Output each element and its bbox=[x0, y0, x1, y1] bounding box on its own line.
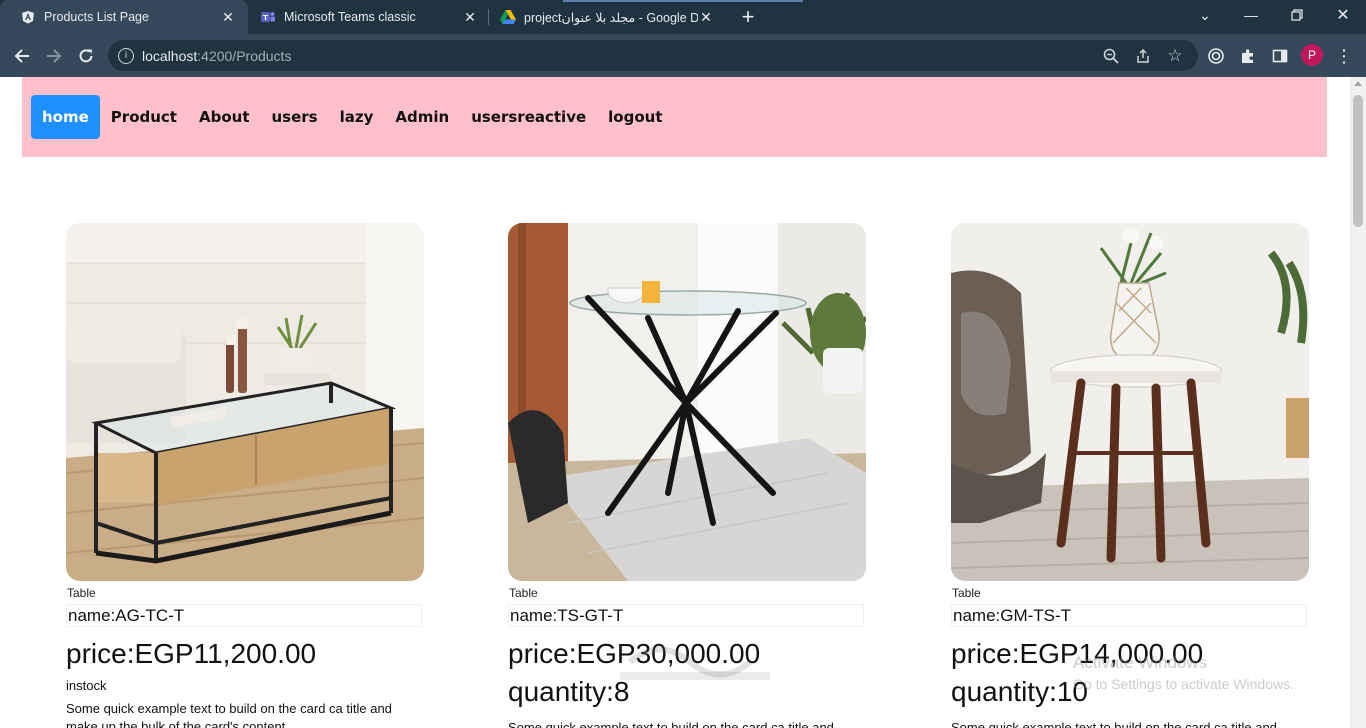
extensions-puzzle-icon[interactable] bbox=[1234, 42, 1262, 70]
tab-search-icon[interactable]: ⌄ bbox=[1182, 0, 1228, 30]
scroll-up-arrow-icon[interactable] bbox=[1354, 81, 1362, 86]
nav-home[interactable]: home bbox=[31, 95, 100, 139]
back-icon[interactable] bbox=[8, 42, 36, 70]
product-image-coffee-table bbox=[66, 223, 424, 581]
browser-tabstrip: Products List Page ✕ T Microsoft Teams c… bbox=[0, 0, 1366, 34]
product-card: Table name:AG-TC-T price:EGP11,200.00 in… bbox=[66, 223, 426, 728]
product-name: name:GM-TS-T bbox=[951, 604, 1307, 627]
nav-users[interactable]: users bbox=[261, 95, 329, 139]
product-category: Table bbox=[952, 586, 981, 600]
product-description: Some quick example text to build on the … bbox=[951, 720, 1277, 728]
url-text: localhost:4200/Products bbox=[142, 47, 292, 64]
close-icon[interactable]: ✕ bbox=[462, 9, 478, 25]
site-info-icon[interactable]: i bbox=[118, 47, 134, 64]
nav-lazy[interactable]: lazy bbox=[329, 95, 385, 139]
svg-text:T: T bbox=[263, 14, 268, 22]
tab-products-list[interactable]: Products List Page ✕ bbox=[0, 0, 248, 34]
side-panel-icon[interactable] bbox=[1266, 42, 1294, 70]
tab-title: projectمجلد بلا عنوان - Google Dr bbox=[524, 10, 698, 25]
share-icon[interactable] bbox=[1134, 47, 1152, 65]
stock-status: instock bbox=[66, 678, 107, 693]
activate-windows-title: Activate Windows bbox=[1073, 653, 1208, 672]
product-image-side-table bbox=[951, 223, 1309, 581]
minimize-button[interactable]: — bbox=[1228, 0, 1274, 30]
product-description: Some quick example text to build on the … bbox=[508, 720, 834, 728]
new-tab-button[interactable]: + bbox=[736, 4, 760, 29]
tab-title: Products List Page bbox=[44, 10, 149, 24]
restore-button[interactable] bbox=[1274, 0, 1320, 30]
close-window-button[interactable]: ✕ bbox=[1320, 0, 1366, 30]
page-scrollbar[interactable] bbox=[1350, 77, 1366, 728]
tab-loading-indicator bbox=[563, 0, 803, 2]
tab-teams[interactable]: T Microsoft Teams classic ✕ bbox=[240, 0, 490, 34]
product-name: name:AG-TC-T bbox=[66, 604, 422, 627]
angular-icon bbox=[20, 9, 36, 25]
profile-avatar[interactable]: P bbox=[1301, 44, 1323, 66]
extension-circle-icon[interactable] bbox=[1202, 42, 1230, 70]
product-category: Table bbox=[509, 586, 538, 600]
tab-google-drive[interactable]: projectمجلد بلا عنوان - Google Dr ✕ bbox=[480, 0, 726, 34]
nav-product[interactable]: Product bbox=[100, 95, 188, 139]
menu-kebab-icon[interactable]: ⋮ bbox=[1330, 42, 1358, 70]
close-icon[interactable]: ✕ bbox=[698, 9, 714, 25]
tab-title: Microsoft Teams classic bbox=[284, 10, 416, 24]
scrollbar-thumb[interactable] bbox=[1353, 95, 1363, 227]
bookmark-star-icon[interactable]: ☆ bbox=[1166, 46, 1184, 65]
product-name: name:TS-GT-T bbox=[508, 604, 864, 627]
reload-icon[interactable] bbox=[72, 42, 100, 70]
forward-icon[interactable] bbox=[40, 42, 68, 70]
page-viewport: home Product About users lazy Admin user… bbox=[0, 77, 1350, 728]
teams-icon: T bbox=[260, 9, 276, 25]
app-navbar: home Product About users lazy Admin user… bbox=[22, 77, 1327, 157]
nav-usersreactive[interactable]: usersreactive bbox=[460, 95, 597, 139]
nav-about[interactable]: About bbox=[188, 95, 261, 139]
address-bar[interactable]: i localhost:4200/Products ☆ bbox=[108, 40, 1198, 71]
product-price: price:EGP11,200.00 bbox=[66, 638, 317, 669]
close-icon[interactable]: ✕ bbox=[220, 9, 236, 25]
nav-admin[interactable]: Admin bbox=[384, 95, 460, 139]
product-category: Table bbox=[67, 586, 96, 600]
browser-toolbar: i localhost:4200/Products ☆ P ⋮ bbox=[0, 34, 1366, 77]
google-drive-icon bbox=[500, 9, 516, 25]
zoom-icon[interactable] bbox=[1102, 47, 1120, 65]
activate-windows-subtitle: Go to Settings to activate Windows. bbox=[1073, 676, 1294, 692]
product-image-glass-table bbox=[508, 223, 866, 581]
product-description: Some quick example text to build on the … bbox=[66, 701, 392, 728]
watermark-logo bbox=[620, 632, 770, 700]
nav-logout[interactable]: logout bbox=[597, 95, 673, 139]
